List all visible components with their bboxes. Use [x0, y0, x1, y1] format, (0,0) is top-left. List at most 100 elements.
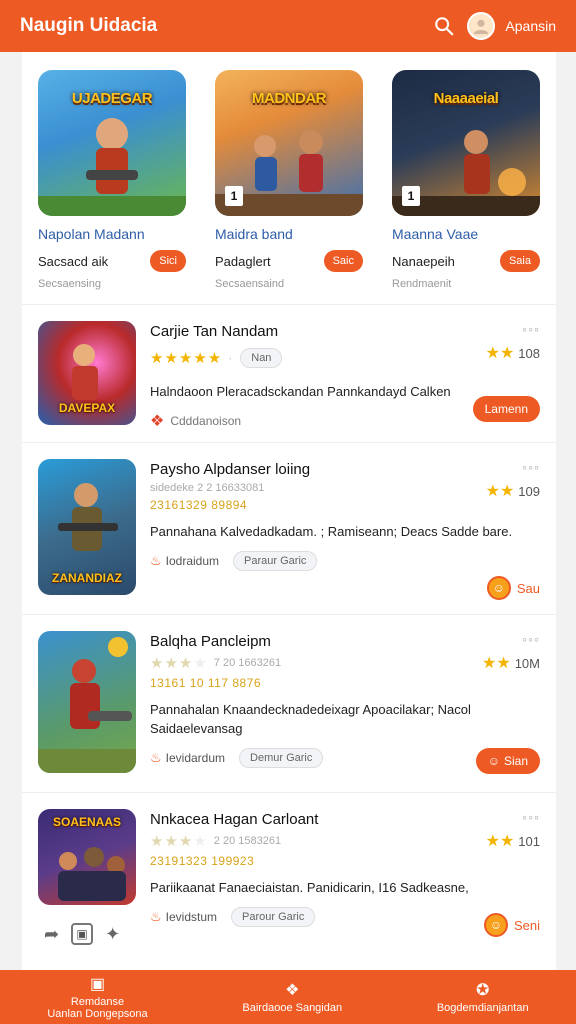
footer-text: Ievidardum [165, 751, 226, 765]
nav-item-apps[interactable]: ❖ Bairdaooe Sangidan [242, 980, 342, 1014]
twitter-icon[interactable]: ✦ [105, 924, 120, 945]
score: ★★ 10M [482, 653, 540, 673]
item-footer: ♨ Ievidstum Parour Garic [150, 907, 540, 927]
nav-label-top: Remdanse [70, 996, 125, 1008]
score: ★★ 109 [486, 481, 540, 501]
tag-pill[interactable]: Paraur Garic [233, 551, 318, 571]
user-avatar-icon[interactable] [467, 12, 496, 40]
tag-pill[interactable]: Parour Garic [231, 907, 316, 927]
game-meta: Secsaensaind [215, 278, 285, 290]
featured-card[interactable]: UJADEGAR Napolan Madann Sacsacd aik Sici… [38, 70, 186, 290]
game-thumbnail[interactable]: UJADEGAR [38, 70, 186, 216]
meta-line: 2 20 1583261 [213, 835, 282, 847]
item-action-label[interactable]: Sau [517, 581, 540, 596]
star-rating-empty: ★ [193, 833, 208, 850]
share-icon[interactable]: ➦ [44, 924, 59, 945]
game-logo: ZANANDIAZ [52, 571, 122, 585]
coin-icon: ☺ [487, 754, 500, 768]
footer-text: Iodraidum [165, 554, 220, 568]
item-title[interactable]: Carjie Tan Nandam [150, 323, 540, 340]
item-title[interactable]: Nnkacea Hagan Carloant [150, 811, 540, 828]
game-meta: Rendmaenit [392, 278, 452, 290]
item-action[interactable]: Lamenn [472, 396, 540, 422]
coin-icon[interactable]: ☺ [486, 576, 511, 600]
game-thumbnail[interactable]: ZANANDIAZ [38, 459, 136, 595]
score-stars: ★★ [485, 833, 515, 850]
game-subtitle: Sacsacd aik [38, 253, 109, 269]
tag-pill[interactable]: Demur Garic [239, 748, 324, 768]
item-code: 23161329 89894 [150, 498, 248, 512]
rating-row: ★★★ ★ 2 20 1583261 [150, 832, 540, 850]
featured-row: UJADEGAR Napolan Madann Sacsacd aik Sici… [22, 52, 556, 305]
flame-icon: ♨ [150, 750, 162, 765]
item-action[interactable]: ☺ Sian [475, 748, 540, 774]
flame-icon: ♨ [150, 909, 162, 924]
game-subtitle: Padaglert [215, 253, 271, 269]
rank-badge: 1 [225, 186, 243, 206]
more-icon[interactable]: ◦◦◦ [522, 321, 540, 337]
more-icon[interactable]: ◦◦◦ [522, 459, 540, 475]
coin-icon[interactable]: ☺ [483, 913, 508, 937]
apps-icon: ❖ [285, 982, 300, 999]
flame-icon: ♨ [150, 553, 162, 568]
star-rating: ★★★ [150, 655, 194, 672]
list-item[interactable]: DAVEPAX ◦◦◦ Carjie Tan Nandam ★★★★★ · Na… [22, 305, 556, 443]
item-description: Pariikaanat Fanaeciaistan. Panidicarin, … [150, 880, 469, 895]
game-thumbnail[interactable]: SOAENAAS [38, 809, 136, 905]
item-description: Pannahalan Knaandecknadedeixagr Apoacila… [150, 702, 471, 736]
game-thumbnail[interactable]: DAVEPAX [38, 321, 136, 425]
nav-item-rank[interactable]: ✪ Bogdemdianjantan [437, 980, 529, 1014]
calendar-icon: ▣ [89, 976, 106, 993]
app-header: Naugin Uidacia Apansin [0, 0, 576, 52]
game-thumbnail[interactable]: MADNDAR 1 [215, 70, 363, 216]
game-subtitle: Nanaepeih [392, 253, 455, 269]
item-title[interactable]: Paysho Alpdanser loiing [150, 461, 540, 478]
star-rating-empty: ★ [193, 655, 208, 672]
nav-item-home[interactable]: ▣ Remdanse Uanlan Dongepsona [47, 974, 147, 1020]
trophy-icon: ✪ [476, 982, 490, 999]
game-name[interactable]: Maanna Vaae [392, 226, 540, 242]
item-action-label: Sian [503, 754, 528, 768]
app-title: Naugin Uidacia [20, 15, 158, 36]
game-logo: SOAENAAS [52, 815, 121, 829]
footer-text: Ievidstum [165, 910, 218, 924]
list-item[interactable]: ◦◦◦ Balqha Pancleipm ★★★ ★ 7 20 1663261 … [22, 615, 556, 793]
social-links: ➦ ▣ ✦ [44, 923, 132, 945]
gift-icon: ❖ [150, 413, 165, 430]
game-name[interactable]: Maidra band [215, 226, 363, 242]
list-item[interactable]: ZANANDIAZ ◦◦◦ Paysho Alpdanser loiing si… [22, 443, 556, 615]
item-action[interactable]: ☺ Seni [483, 913, 540, 937]
game-name[interactable]: Napolan Madann [38, 226, 186, 242]
featured-card[interactable]: MADNDAR 1 Maidra band Padaglert Saic Sec… [215, 70, 363, 290]
item-action-button[interactable]: ☺ Sian [475, 748, 540, 774]
list-item[interactable]: SOAENAAS ◦◦◦ Nnkacea Hagan Carloant ★★★ … [22, 793, 556, 970]
score-value: 10M [514, 655, 540, 671]
item-footer: ♨ Iodraidum Paraur Garic [150, 551, 540, 571]
nav-label: Bairdaooe Sangidan [242, 1002, 343, 1014]
tag-pill[interactable]: Nan [240, 348, 283, 368]
item-body: ◦◦◦ Balqha Pancleipm ★★★ ★ 7 20 1663261 … [150, 631, 540, 778]
footer-text: Cdddanoison [170, 414, 242, 428]
meta-line: 7 20 1663261 [213, 657, 282, 669]
more-icon[interactable]: ◦◦◦ [522, 809, 540, 825]
rating-row: ★★★★★ · Nan [150, 348, 540, 368]
featured-action-button[interactable]: Sici [150, 250, 186, 272]
score-stars: ★★ [485, 345, 515, 362]
item-title[interactable]: Balqha Pancleipm [150, 633, 540, 650]
item-description: Pannahana Kalvedadkadam. ; Ramiseann; De… [150, 524, 513, 539]
game-thumbnail[interactable]: Naaaaeial 1 [392, 70, 540, 216]
more-icon[interactable]: ◦◦◦ [522, 631, 540, 647]
game-thumbnail[interactable] [38, 631, 136, 773]
score-value: 101 [518, 833, 540, 849]
item-action-label[interactable]: Seni [514, 918, 540, 933]
user-name[interactable]: Apansin [505, 18, 556, 34]
search-icon[interactable] [433, 15, 455, 37]
bookmark-icon[interactable]: ▣ [71, 923, 94, 945]
item-action-button[interactable]: Lamenn [472, 396, 540, 422]
featured-card[interactable]: Naaaaeial 1 Maanna Vaae Nanaepeih Saia R… [392, 70, 540, 290]
featured-action-button[interactable]: Saia [499, 250, 540, 272]
score-value: 109 [518, 483, 540, 499]
nav-label: Bogdemdianjantan [436, 1002, 529, 1014]
item-action[interactable]: ☺ Sau [486, 576, 540, 600]
featured-action-button[interactable]: Saic [323, 250, 363, 272]
